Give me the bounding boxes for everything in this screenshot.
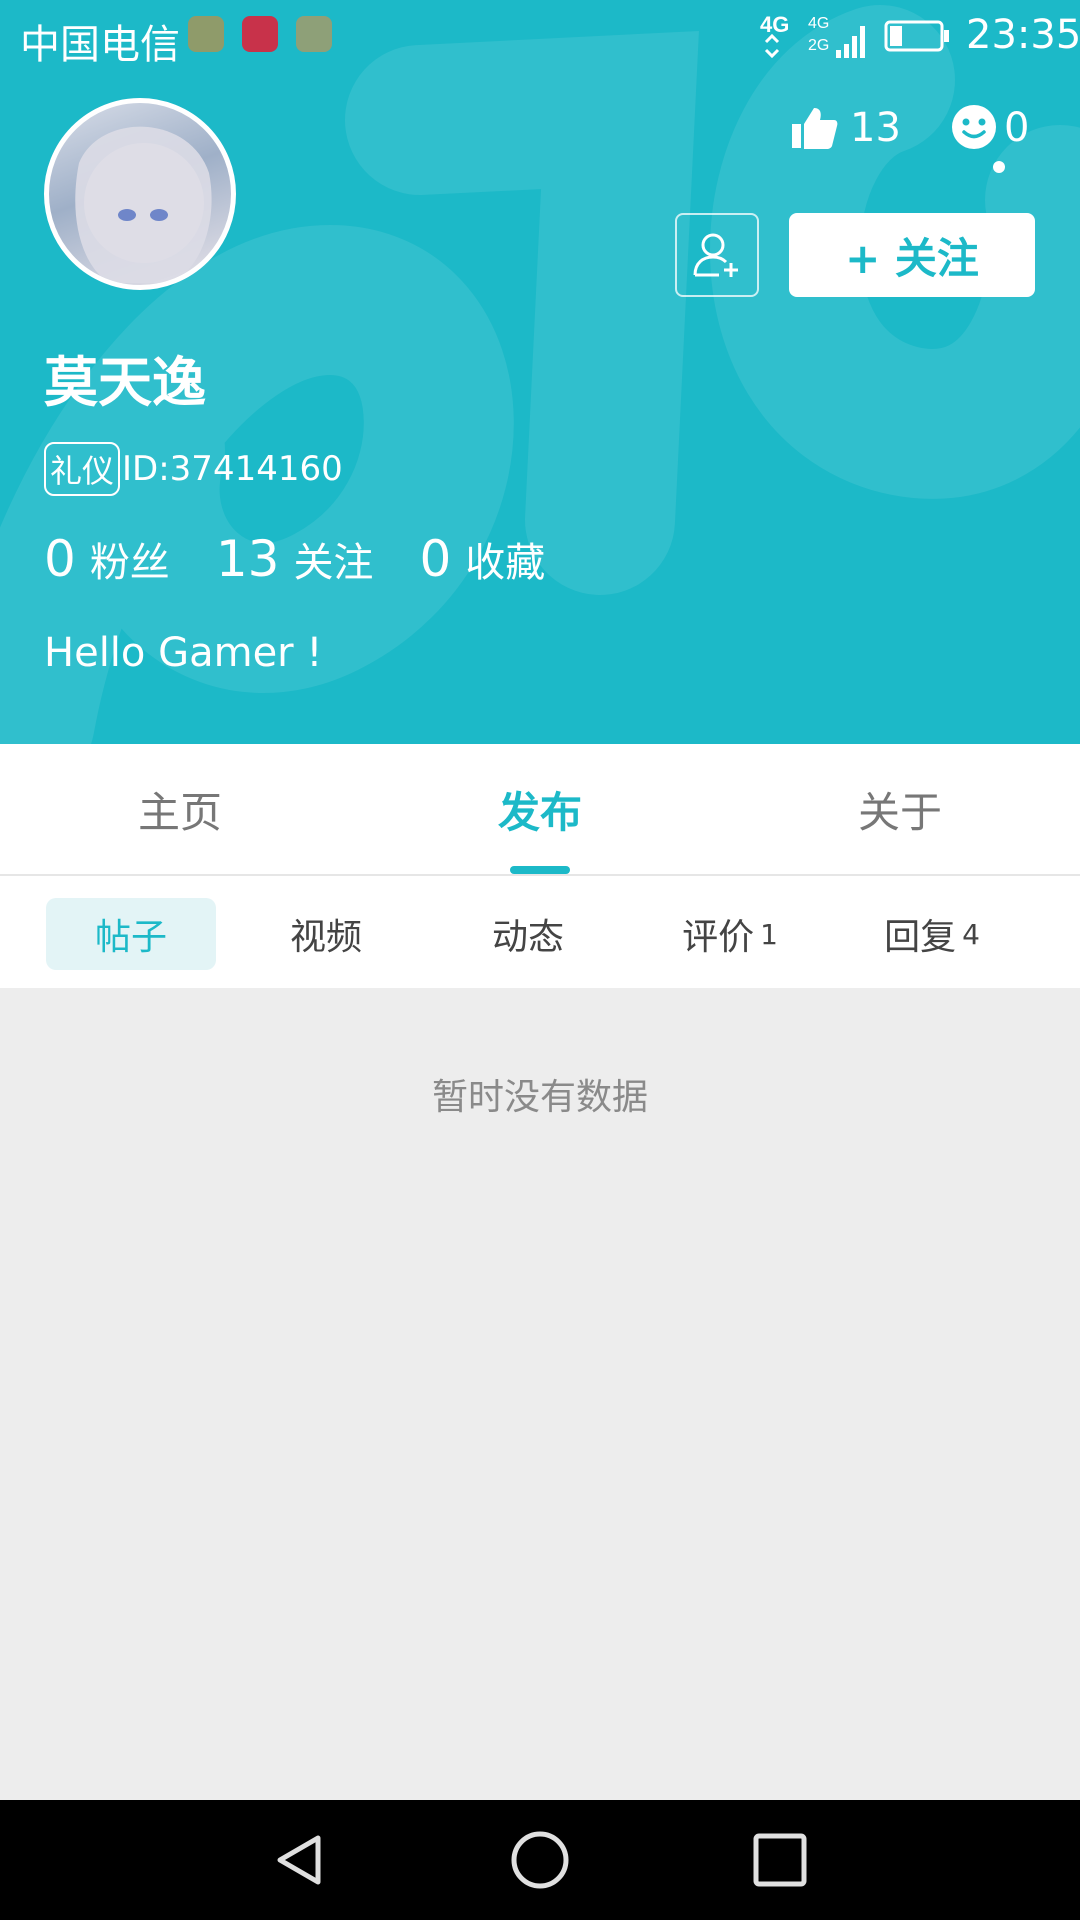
messages-count: 0 [1004, 105, 1030, 151]
recents-button[interactable] [750, 1830, 810, 1890]
stat-favorites[interactable]: 0 收藏 [419, 530, 545, 588]
network-type-label-3: 2G [808, 37, 829, 54]
profile-header: 中国电信 4G 4G 2G 23:35 13 0 + 关注 莫天逸 礼仪 ID:… [0, 0, 1080, 744]
content-filter-tabs: 帖子 视频 动态 评价 1 回复 4 [0, 876, 1080, 988]
subtab-videos[interactable]: 视频 [246, 898, 406, 970]
follow-button[interactable]: + 关注 [789, 213, 1035, 297]
stat-value: 0 [44, 530, 76, 588]
system-nav-bar [0, 1800, 1080, 1920]
gallery-icon [188, 16, 224, 52]
stat-label: 收藏 [465, 540, 546, 586]
stat-value: 13 [215, 530, 280, 588]
active-tab-indicator [510, 866, 570, 874]
add-friend-button[interactable] [675, 213, 759, 297]
stat-following[interactable]: 13 关注 [216, 530, 374, 588]
thumbs-up-icon [792, 108, 838, 149]
subtab-reviews[interactable]: 评价 1 [650, 898, 810, 970]
carrier-name: 中国电信 [20, 22, 180, 68]
message-face-icon [952, 105, 996, 149]
subtab-label: 回复 [884, 917, 957, 958]
stat-value: 0 [419, 530, 452, 588]
subtab-count: 1 [760, 917, 778, 951]
username: 莫天逸 [44, 351, 206, 414]
recents-square-icon [753, 1833, 807, 1887]
etiquette-badge: 礼仪 [44, 442, 121, 496]
qidian-icon [242, 16, 278, 52]
signal-icon: 4G 4G 2G [760, 12, 865, 59]
unread-dot [993, 161, 1005, 173]
messages-counter[interactable]: 0 [950, 100, 1029, 156]
subtab-label: 动态 [491, 917, 564, 958]
bio: Hello Gamer ! [44, 630, 323, 676]
subtab-label: 视频 [289, 917, 362, 958]
user-id: ID:37414160 [122, 449, 343, 489]
user-id-row: 礼仪 ID:37414160 [44, 442, 343, 496]
clock: 23:35 [966, 12, 1080, 58]
subtab-count: 4 [962, 917, 980, 951]
tab-home[interactable]: 主页 [0, 744, 360, 874]
likes-count: 13 [850, 105, 901, 151]
home-button[interactable] [510, 1830, 570, 1890]
network-type-label: 4G [760, 12, 789, 37]
back-button[interactable] [270, 1830, 330, 1890]
subtab-replies[interactable]: 回复 4 [852, 898, 1012, 970]
status-bar: 中国电信 4G 4G 2G 23:35 [0, 0, 1080, 72]
subtab-label: 帖子 [94, 917, 167, 958]
add-user-icon [693, 233, 738, 277]
home-circle-icon [511, 1831, 569, 1889]
stat-label: 关注 [293, 540, 374, 586]
tab-posts[interactable]: 发布 [360, 744, 720, 874]
profile-stats: 0 粉丝 13 关注 0 收藏 [44, 530, 591, 588]
likes-counter[interactable]: 13 [790, 100, 901, 156]
avatar[interactable] [44, 98, 236, 290]
tab-about[interactable]: 关于 [720, 744, 1080, 874]
profile-tabs: 主页 发布 关于 [0, 744, 1080, 876]
subtab-moments[interactable]: 动态 [448, 898, 608, 970]
empty-state-message: 暂时没有数据 [431, 1077, 648, 1118]
battery-icon [884, 20, 949, 52]
avatar-image [75, 126, 212, 283]
stat-label: 粉丝 [89, 540, 170, 586]
subtab-label: 评价 [682, 917, 755, 958]
subtab-threads[interactable]: 帖子 [46, 898, 216, 970]
network-type-label-2: 4G [808, 15, 829, 32]
back-triangle-icon [277, 1835, 321, 1885]
stat-fans[interactable]: 0 粉丝 [44, 530, 170, 588]
notification-icons [188, 16, 332, 52]
game-app-icon [296, 16, 332, 52]
